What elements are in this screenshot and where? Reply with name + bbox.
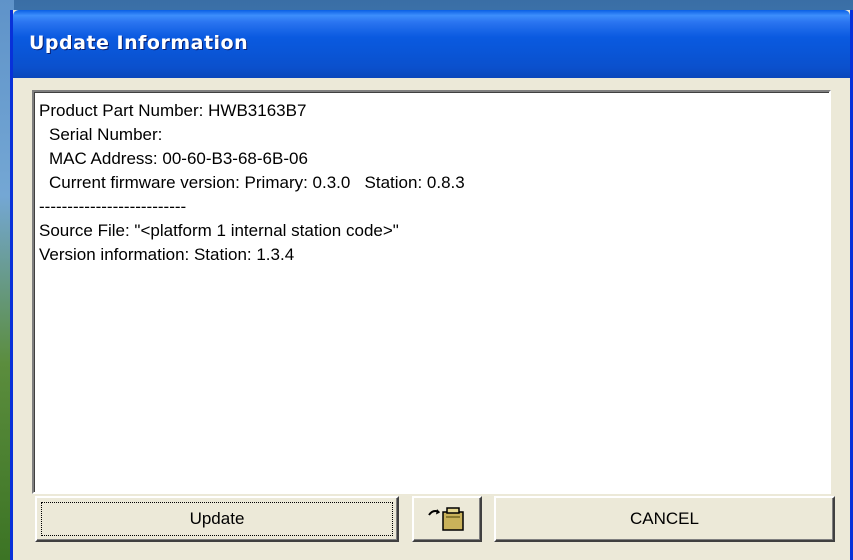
- cancel-button-label: CANCEL: [630, 509, 699, 528]
- update-button[interactable]: Update: [35, 496, 399, 542]
- button-row: Update CANCEL: [32, 496, 835, 544]
- source-file: Source File: "<platform 1 internal stati…: [39, 221, 399, 240]
- update-information-dialog: Update Information Product Part Number: …: [10, 10, 853, 560]
- update-button-label: Update: [189, 509, 245, 528]
- mac-address: MAC Address: 00-60-B3-68-6B-06: [49, 149, 308, 168]
- version-information: Version information: Station: 1.3.4: [39, 245, 295, 264]
- info-lines: Product Part Number: HWB3163B7 Serial Nu…: [39, 99, 465, 267]
- title-bar[interactable]: Update Information: [13, 10, 850, 78]
- update-info-textbox[interactable]: Product Part Number: HWB3163B7 Serial Nu…: [32, 90, 831, 494]
- product-part-number: Product Part Number: HWB3163B7: [39, 101, 307, 120]
- open-file-icon: [425, 505, 469, 533]
- cancel-button[interactable]: CANCEL: [494, 496, 835, 542]
- separator-line: --------------------------: [39, 197, 187, 216]
- window-title: Update Information: [29, 32, 249, 54]
- open-file-button[interactable]: [412, 496, 482, 542]
- current-firmware-version: Current firmware version: Primary: 0.3.0…: [49, 173, 465, 192]
- serial-number: Serial Number:: [49, 125, 163, 144]
